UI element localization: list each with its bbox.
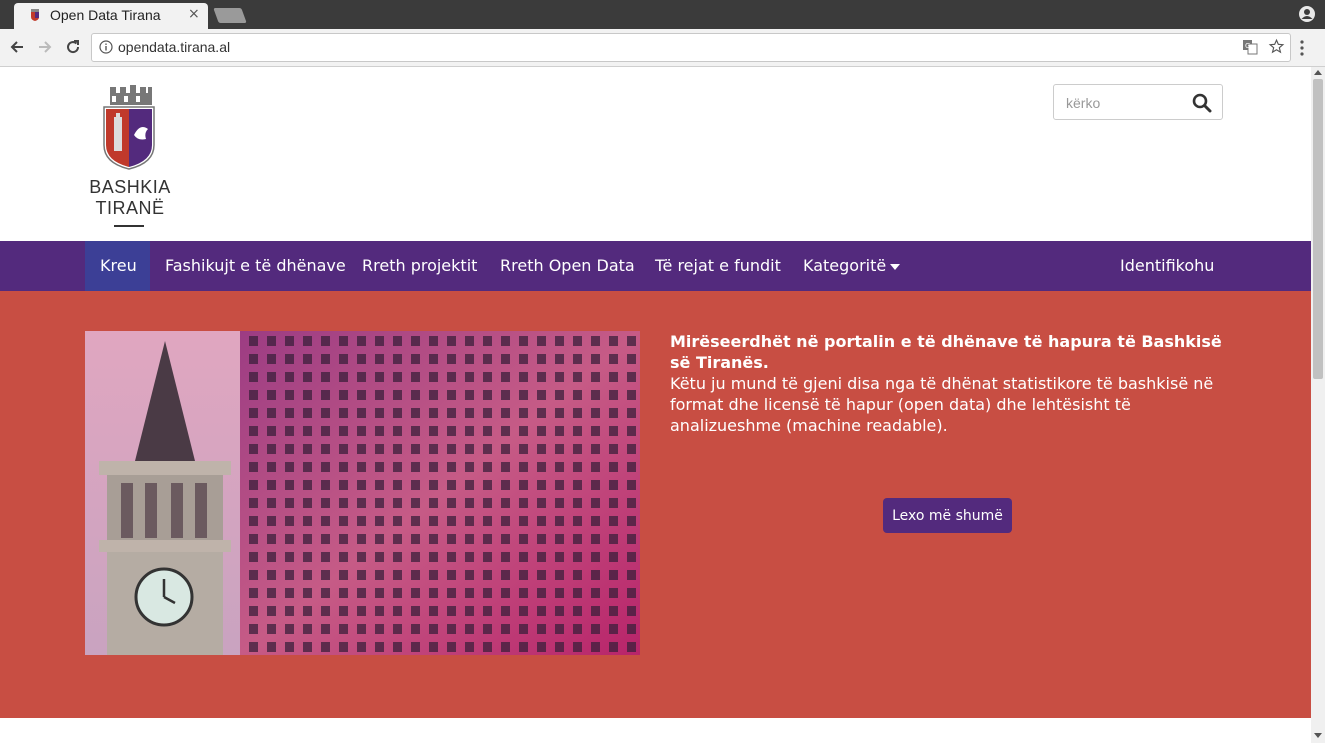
page-scrollbar[interactable] (1311, 67, 1325, 743)
welcome-body: Këtu ju mund të gjeni disa nga të dhënat… (670, 374, 1214, 435)
nav-item-kreu[interactable]: Kreu (85, 241, 150, 291)
translate-icon[interactable]: G (1242, 39, 1258, 55)
nav-item-te-rejat[interactable]: Të rejat e fundit (640, 241, 796, 291)
welcome-heading: Mirëseerdhët në portalin e të dhënave të… (670, 332, 1222, 372)
logo-underline (114, 225, 144, 227)
kategorite-label: Kategoritë (803, 256, 887, 275)
forward-icon[interactable] (35, 37, 55, 57)
read-more-button[interactable]: Lexo më shumë (883, 498, 1012, 533)
url-text: opendata.tirana.al (118, 39, 231, 55)
info-icon[interactable] (99, 40, 113, 54)
caret-down-icon (890, 263, 901, 270)
profile-icon[interactable] (1299, 6, 1315, 22)
tab-title: Open Data Tirana (50, 7, 161, 23)
tab-close-icon[interactable]: × (188, 6, 200, 22)
logo-text: BASHKIA TIRANË (84, 177, 176, 219)
scroll-down-arrow-icon[interactable] (1314, 733, 1322, 738)
back-icon[interactable] (7, 37, 27, 57)
search-box (1053, 84, 1223, 120)
browser-tabstrip: Open Data Tirana × (0, 0, 1325, 29)
favicon-icon (31, 9, 39, 21)
browser-menu-icon[interactable] (1300, 40, 1304, 56)
main-navbar: Kreu Fashikujt e të dhënave Rreth projek… (0, 241, 1311, 291)
nav-login[interactable]: Identifikohu (1105, 241, 1229, 291)
hero-image (85, 331, 640, 655)
reload-icon[interactable] (63, 37, 83, 57)
logo-text-line2: TIRANË (95, 198, 165, 218)
nav-item-kategorite[interactable]: Kategoritë (788, 241, 915, 291)
nav-item-fashikujt[interactable]: Fashikujt e të dhënave (150, 241, 361, 291)
new-tab-button[interactable] (213, 8, 247, 23)
nav-item-rreth-projektit[interactable]: Rreth projektit (347, 241, 492, 291)
browser-tab[interactable]: Open Data Tirana × (14, 3, 208, 29)
search-icon[interactable] (1192, 93, 1212, 113)
bashkia-tirane-logo[interactable]: BASHKIA TIRANË (84, 85, 176, 229)
address-bar[interactable]: opendata.tirana.al G (91, 33, 1291, 62)
welcome-text: Mirëseerdhët në portalin e të dhënave të… (670, 331, 1230, 436)
nav-item-rreth-open-data[interactable]: Rreth Open Data (485, 241, 650, 291)
search-input[interactable] (1064, 92, 1188, 114)
scrollbar-thumb[interactable] (1313, 79, 1323, 379)
hero-section: Mirëseerdhët në portalin e të dhënave të… (0, 291, 1311, 718)
bookmark-star-icon[interactable] (1268, 38, 1285, 55)
scroll-up-arrow-icon[interactable] (1314, 70, 1322, 75)
browser-toolbar: opendata.tirana.al G (0, 29, 1325, 67)
coat-of-arms-icon (103, 85, 155, 170)
svg-text:G: G (1245, 42, 1250, 50)
web-page: BASHKIA TIRANË Kreu Fashikujt e të dhëna… (0, 67, 1311, 743)
logo-text-line1: BASHKIA (89, 177, 171, 197)
